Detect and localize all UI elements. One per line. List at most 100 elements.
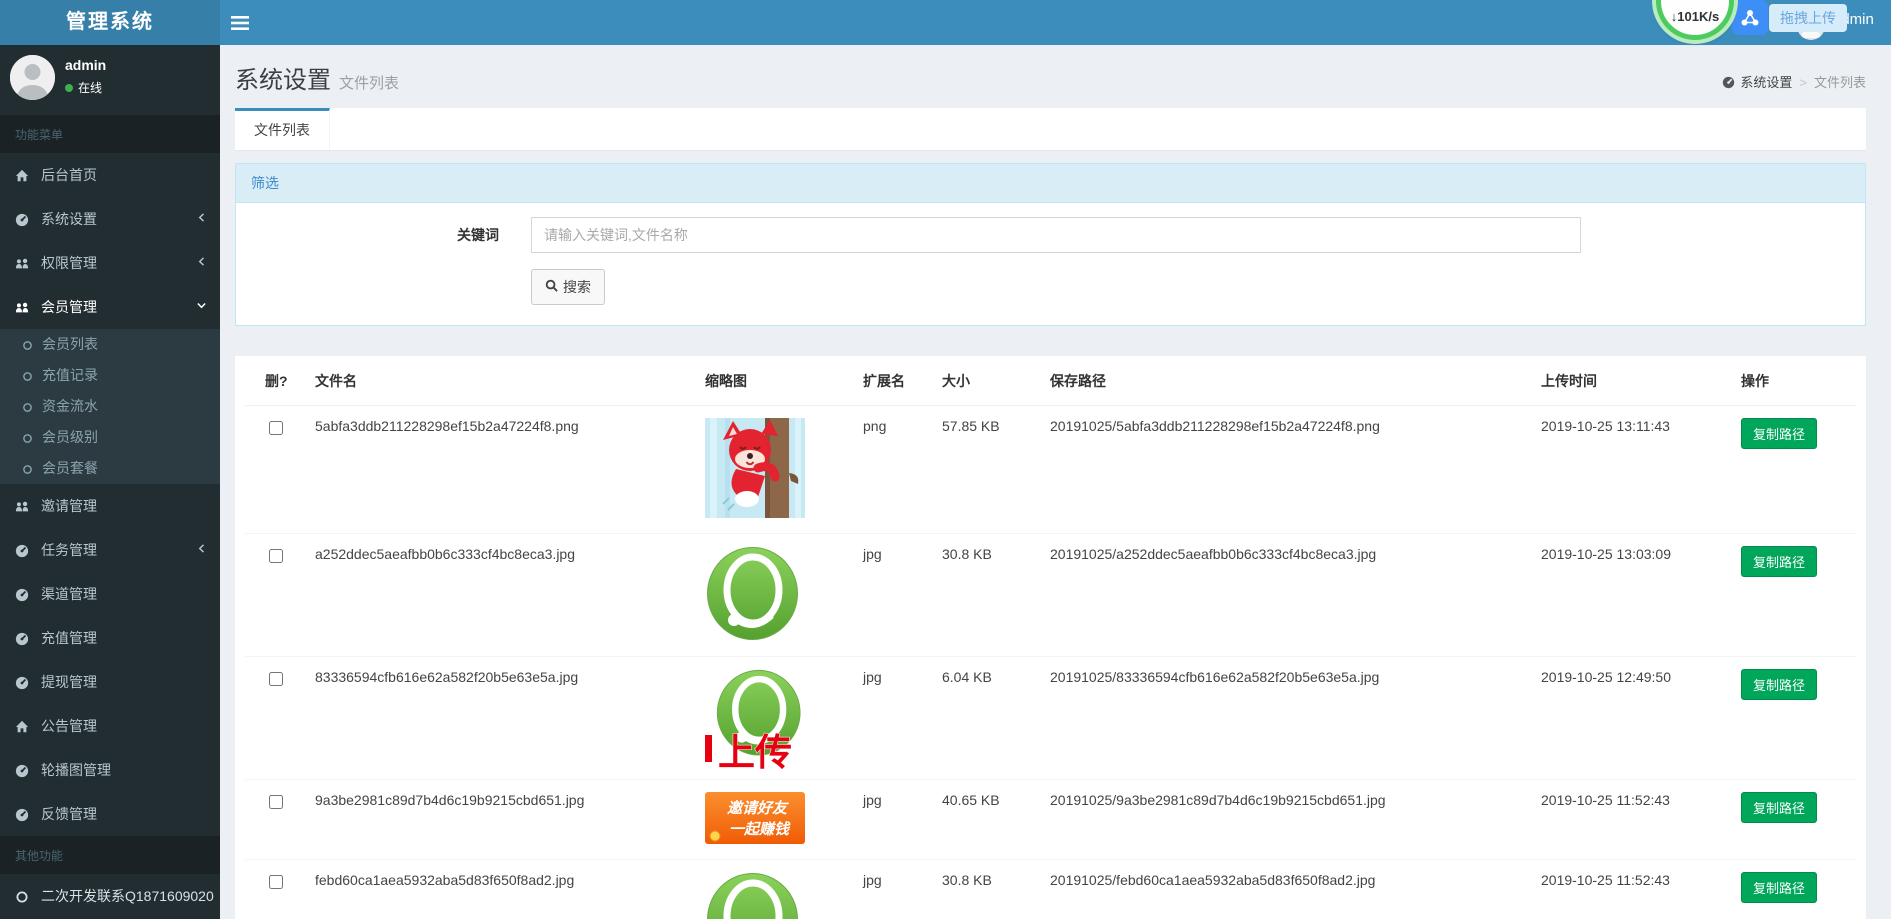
cell-filename: 5abfa3ddb211228298ef15b2a47224f8.png	[295, 406, 685, 534]
cell-time: 2019-10-25 11:52:43	[1521, 860, 1721, 919]
sidebar-item-label: 充值管理	[41, 630, 97, 646]
network-speed-badge[interactable]: ↓101K/s	[1656, 0, 1734, 40]
keyword-input[interactable]	[531, 217, 1581, 253]
circle-icon	[15, 875, 37, 919]
top-navbar: 管理系统 ↓101K/s 拖拽上传 admin	[0, 0, 1891, 45]
sidebar-item-label: 系统设置	[41, 211, 97, 227]
copy-path-button[interactable]: 复制路径	[1741, 418, 1817, 449]
drag-upload-tooltip: 拖拽上传	[1769, 4, 1847, 32]
sidebar-item-label: 轮播图管理	[41, 762, 111, 778]
tab-file-list[interactable]: 文件列表	[235, 108, 330, 150]
cell-size: 6.04 KB	[922, 657, 1030, 780]
gauge-icon	[15, 661, 37, 705]
submenu-item[interactable]: 资金流水	[0, 391, 220, 422]
copy-path-button[interactable]: 复制路径	[1741, 546, 1817, 577]
svg-text:上传: 上传	[718, 732, 792, 773]
col-thumbnail: 缩略图	[685, 356, 843, 406]
cell-path: 20191025/a252ddec5aeafbb0b6c333cf4bc8eca…	[1030, 534, 1521, 657]
breadcrumb-link[interactable]: 系统设置	[1740, 75, 1792, 90]
cell-size: 40.65 KB	[922, 780, 1030, 860]
filter-panel-header: 筛选	[236, 164, 1865, 203]
sidebar-toggle-button[interactable]	[228, 12, 252, 34]
copy-path-button[interactable]: 复制路径	[1741, 792, 1817, 823]
sidebar-item-label: 会员管理	[41, 299, 97, 315]
tab-bar: 文件列表	[235, 108, 1866, 150]
cell-path: 20191025/5abfa3ddb211228298ef15b2a47224f…	[1030, 406, 1521, 534]
submenu-item[interactable]: 会员套餐	[0, 453, 220, 484]
submenu-member: 会员列表充值记录资金流水会员级别会员套餐	[0, 329, 220, 484]
page-title: 系统设置	[235, 60, 331, 95]
submenu-item-label: 充值记录	[42, 367, 98, 383]
gauge-icon	[15, 793, 37, 837]
cell-ext: jpg	[843, 780, 922, 860]
avatar	[10, 55, 55, 100]
search-button[interactable]: 搜索	[531, 269, 605, 305]
row-checkbox[interactable]	[269, 672, 283, 686]
users-icon	[15, 242, 37, 286]
row-checkbox[interactable]	[269, 795, 283, 809]
hamburger-icon	[231, 18, 249, 35]
sidebar-item-contact[interactable]: 二次开发联系Q1871609020	[0, 874, 220, 918]
svg-text:一起赚钱: 一起赚钱	[729, 821, 791, 838]
breadcrumb-current: 文件列表	[1814, 75, 1866, 90]
sidebar-item-invite[interactable]: 邀请管理	[0, 484, 220, 528]
file-thumbnail[interactable]	[705, 546, 800, 641]
sidebar-item-label: 任务管理	[41, 542, 97, 558]
circle-o-icon	[22, 453, 42, 484]
copy-path-button[interactable]: 复制路径	[1741, 669, 1817, 700]
col-delete: 删?	[245, 356, 295, 406]
sidebar-item-carousel[interactable]: 轮播图管理	[0, 748, 220, 792]
file-thumbnail[interactable]	[705, 872, 800, 919]
circle-o-icon	[22, 391, 42, 422]
table-header-row: 删? 文件名 缩略图 扩展名 大小 保存路径 上传时间 操作	[245, 356, 1856, 406]
col-filename: 文件名	[295, 356, 685, 406]
app-logo[interactable]: 管理系统	[0, 0, 220, 45]
sidebar-item-label: 公告管理	[41, 718, 97, 734]
row-checkbox[interactable]	[269, 549, 283, 563]
row-checkbox[interactable]	[269, 421, 283, 435]
sidebar-item-label: 渠道管理	[41, 586, 97, 602]
table-row: 9a3be2981c89d7b4d6c19b9215cbd651.jpg邀请好友…	[245, 780, 1856, 860]
filter-panel-body: 关键词 搜索	[236, 203, 1865, 325]
copy-path-button[interactable]: 复制路径	[1741, 872, 1817, 903]
row-checkbox[interactable]	[269, 875, 283, 889]
breadcrumb: 系统设置>文件列表	[1722, 72, 1866, 91]
sidebar-item-channel[interactable]: 渠道管理	[0, 572, 220, 616]
sidebar-item-recharge[interactable]: 充值管理	[0, 616, 220, 660]
svg-text:邀请好友: 邀请好友	[727, 800, 789, 817]
submenu-item[interactable]: 会员级别	[0, 422, 220, 453]
sidebar-item-withdraw[interactable]: 提现管理	[0, 660, 220, 704]
gauge-icon	[15, 198, 37, 242]
cell-time: 2019-10-25 11:52:43	[1521, 780, 1721, 860]
cell-path: 20191025/9a3be2981c89d7b4d6c19b9215cbd65…	[1030, 780, 1521, 860]
table-row: a252ddec5aeafbb0b6c333cf4bc8eca3.jpgjpg3…	[245, 534, 1856, 657]
sidebar-item-system[interactable]: 系统设置	[0, 197, 220, 241]
file-thumbnail[interactable]: 邀请好友一起赚钱	[705, 792, 805, 844]
chevron-down-icon	[195, 285, 208, 329]
sidebar-item-label: 邀请管理	[41, 498, 97, 514]
file-thumbnail[interactable]: 上传	[705, 669, 810, 764]
sidebar-item-home[interactable]: 后台首页	[0, 153, 220, 197]
circle-o-icon	[22, 329, 42, 360]
gauge-icon	[15, 573, 37, 617]
submenu-item[interactable]: 充值记录	[0, 360, 220, 391]
sidebar-item-label: 权限管理	[41, 255, 97, 271]
file-table-panel: 删? 文件名 缩略图 扩展名 大小 保存路径 上传时间 操作 5abfa3ddb…	[235, 356, 1866, 919]
cell-ext: jpg	[843, 657, 922, 780]
cell-filename: a252ddec5aeafbb0b6c333cf4bc8eca3.jpg	[295, 534, 685, 657]
col-actions: 操作	[1721, 356, 1856, 406]
sidebar-user-panel: admin 在线	[0, 45, 220, 115]
sidebar-item-member[interactable]: 会员管理	[0, 285, 220, 329]
content-header: 系统设置 文件列表 系统设置>文件列表	[235, 60, 1866, 106]
sidebar-item-auth[interactable]: 权限管理	[0, 241, 220, 285]
sidebar-item-notice[interactable]: 公告管理	[0, 704, 220, 748]
submenu-item[interactable]: 会员列表	[0, 329, 220, 360]
sidebar-item-task[interactable]: 任务管理	[0, 528, 220, 572]
gauge-icon	[15, 617, 37, 661]
netdisk-upload-icon[interactable]	[1732, 0, 1768, 35]
gauge-icon	[15, 529, 37, 573]
sidebar-item-label: 反馈管理	[41, 806, 97, 822]
home-icon	[15, 154, 37, 198]
file-thumbnail[interactable]	[705, 418, 805, 518]
sidebar-item-feedback[interactable]: 反馈管理	[0, 792, 220, 836]
